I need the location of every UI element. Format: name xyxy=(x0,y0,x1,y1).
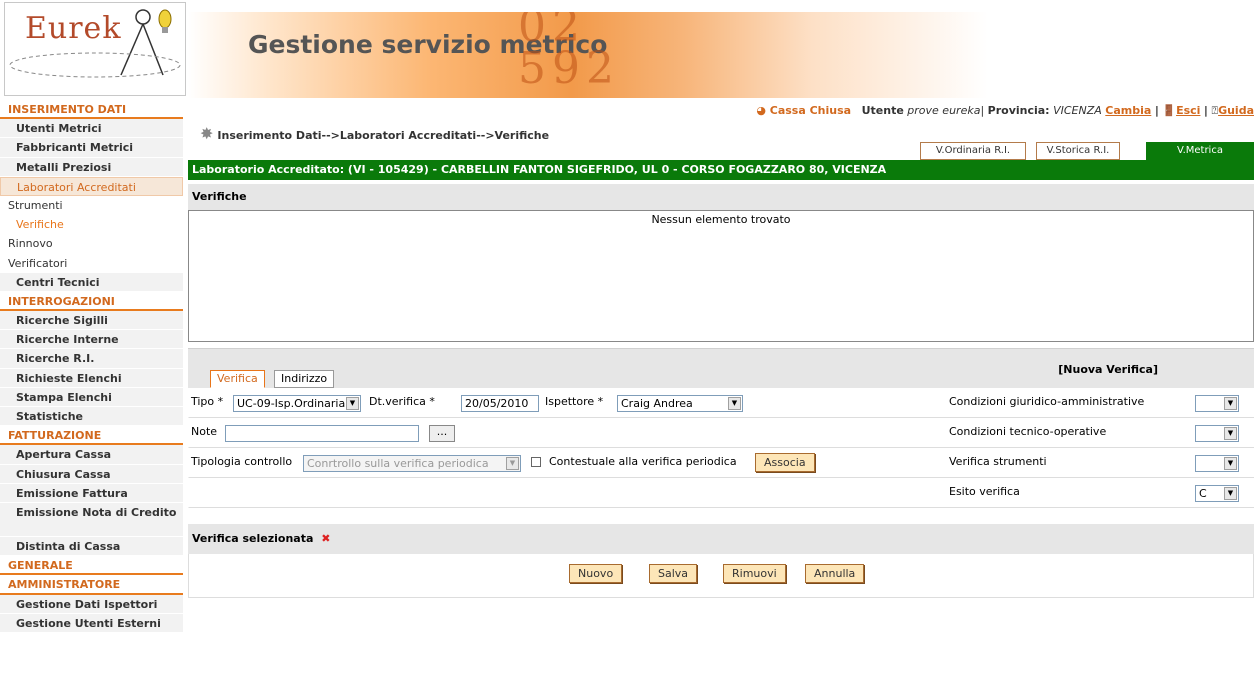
note-input[interactable] xyxy=(225,425,419,442)
nuovo-button[interactable]: Nuovo xyxy=(569,564,623,583)
chevron-down-icon: ▼ xyxy=(728,397,741,410)
note-label: Note xyxy=(191,425,218,438)
associa-button[interactable]: Associa xyxy=(755,453,815,472)
sidebar-item-fabbricanti-metrici[interactable]: Fabbricanti Metrici xyxy=(0,138,183,158)
contestuale-label: Contestuale alla verifica periodica xyxy=(549,455,737,468)
contestuale-checkbox[interactable] xyxy=(531,457,541,467)
form-tabs-bar: Verifica Indirizzo [Nuova Verifica] xyxy=(188,348,1254,388)
verifica-selezionata-header: Verifica selezionata ✖ xyxy=(188,524,1254,554)
esito-label: Esito verifica xyxy=(949,485,1020,498)
cond-tec-label: Condizioni tecnico-operative xyxy=(949,425,1107,438)
dt-verifica-input[interactable]: 20/05/2010 xyxy=(461,395,539,412)
verifiche-section-header: Verifiche xyxy=(188,184,1254,210)
tipologia-label: Tipologia controllo xyxy=(191,455,293,468)
note-browse-button[interactable]: ... xyxy=(429,425,455,442)
cond-tec-select[interactable]: ▼ xyxy=(1195,425,1239,442)
sidebar-item-ricerche-r-i[interactable]: Ricerche R.I. xyxy=(0,349,183,369)
form-row-tipologia: Tipologia controllo Conrtrollo sulla ver… xyxy=(188,448,1254,478)
cash-status: ◕ Cassa Chiusa xyxy=(756,104,852,117)
rimuovi-button[interactable]: Rimuovi xyxy=(723,564,786,583)
salva-button[interactable]: Salva xyxy=(649,564,698,583)
nuova-verifica-label: [Nuova Verifica] xyxy=(1058,363,1158,376)
cond-giur-select[interactable]: ▼ xyxy=(1195,395,1239,412)
tipologia-select[interactable]: Conrtrollo sulla verifica periodica ▼ xyxy=(303,455,521,472)
sidebar-item-rinnovo[interactable]: Rinnovo xyxy=(0,234,183,254)
compass-lightbulb-icon xyxy=(9,9,181,78)
sidebar-item-chiusura-cassa[interactable]: Chiusura Cassa xyxy=(0,464,183,484)
tab-v-metrica[interactable]: V.Metrica xyxy=(1146,142,1254,160)
star-icon: ✸ xyxy=(200,124,214,143)
sidebar-item-richieste-elenchi[interactable]: Richieste Elenchi xyxy=(0,368,183,388)
form-row-esito: Esito verifica C ▼ xyxy=(188,478,1254,508)
lab-header-bar: Laboratorio Accreditato: (VI - 105429) -… xyxy=(188,160,1254,180)
ver-strum-select[interactable]: ▼ xyxy=(1195,455,1239,472)
sidebar-item-strumenti[interactable]: Strumenti xyxy=(0,195,183,216)
verifiche-list: Nessun elemento trovato xyxy=(188,210,1254,342)
ver-strum-label: Verifica strumenti xyxy=(949,455,1047,468)
tipo-select[interactable]: UC-09-Isp.Ordinaria ▼ xyxy=(233,395,361,412)
user-label: Utente xyxy=(861,104,904,117)
province-label: Provincia: xyxy=(987,104,1050,117)
sidebar-item-emissione-nota-di-credito[interactable]: Emissione Nota di Credito xyxy=(0,502,183,537)
user-bar: ◕ Cassa Chiusa Utente prove eureka| Prov… xyxy=(756,104,1254,117)
ispettore-select[interactable]: Craig Andrea ▼ xyxy=(617,395,743,412)
banner-digits: 0 2 5 9 2 xyxy=(518,12,614,94)
sidebar-item-verificatori[interactable]: Verificatori xyxy=(0,253,183,273)
chevron-down-icon: ▼ xyxy=(1224,427,1237,440)
sidebar-item-distinta-di-cassa[interactable]: Distinta di Cassa xyxy=(0,536,183,557)
tab-indirizzo[interactable]: Indirizzo xyxy=(274,370,335,388)
tab-v-ordinaria[interactable]: V.Ordinaria R.I. xyxy=(920,142,1026,160)
esito-select[interactable]: C ▼ xyxy=(1195,485,1239,502)
form-row-note: Note ... Condizioni tecnico-operative ▼ xyxy=(188,418,1254,448)
sidebar-section-inserimento-dati: INSERIMENTO DATI xyxy=(0,100,183,120)
sidebar-item-utenti-metrici[interactable]: Utenti Metrici xyxy=(0,119,183,139)
sidebar-item-verifiche[interactable]: Verifiche xyxy=(0,215,183,235)
cambia-link[interactable]: Cambia xyxy=(1105,104,1151,117)
sidebar-item-ricerche-interne[interactable]: Ricerche Interne xyxy=(0,330,183,350)
dt-verifica-label: Dt.verifica * xyxy=(369,395,435,408)
tab-verifica[interactable]: Verifica xyxy=(210,370,265,388)
tab-v-storica[interactable]: V.Storica R.I. xyxy=(1036,142,1120,160)
eureka-logo: Eurek xyxy=(4,2,186,96)
breadcrumb-text: Inserimento Dati-->Laboratori Accreditat… xyxy=(217,129,550,142)
action-buttons: Nuovo Salva Rimuovi Annulla xyxy=(188,554,1254,598)
tipo-label: Tipo * xyxy=(191,395,224,408)
sidebar-item-apertura-cassa[interactable]: Apertura Cassa xyxy=(0,445,183,465)
cond-giur-label: Condizioni giuridico-amministrative xyxy=(949,395,1145,408)
breadcrumb: ✸ Inserimento Dati-->Laboratori Accredita… xyxy=(200,124,549,143)
annulla-button[interactable]: Annulla xyxy=(805,564,865,583)
ispettore-label: Ispettore * xyxy=(545,395,604,408)
header-banner: Gestione servizio metrico 0 2 5 9 2 xyxy=(188,12,988,98)
sidebar-section-interrogazioni: INTERROGAZIONI xyxy=(0,291,183,312)
chevron-down-icon: ▼ xyxy=(1224,457,1237,470)
sidebar-section-amministratore: AMMINISTRATORE xyxy=(0,575,183,595)
delete-icon[interactable]: ✖ xyxy=(321,524,330,554)
sidebar-item-emissione-fattura[interactable]: Emissione Fattura xyxy=(0,483,183,503)
esci-link[interactable]: Esci xyxy=(1176,104,1200,117)
cash-icon: ◕ xyxy=(756,104,766,117)
sidebar-section-generale: GENERALE xyxy=(0,556,183,576)
chevron-down-icon: ▼ xyxy=(506,457,519,470)
exit-icon: 🚪 xyxy=(1162,104,1177,117)
sidebar-item-statistiche[interactable]: Statistiche xyxy=(0,407,183,427)
sidebar-item-gestione-dati-ispettori[interactable]: Gestione Dati Ispettori xyxy=(0,594,183,614)
sidebar-item-gestione-utenti-esterni[interactable]: Gestione Utenti Esterni xyxy=(0,613,183,633)
sidebar-item-laboratori-accreditati[interactable]: Laboratori Accreditati xyxy=(0,176,183,196)
chevron-down-icon: ▼ xyxy=(1224,397,1237,410)
sidebar-item-metalli-preziosi[interactable]: Metalli Preziosi xyxy=(0,157,183,177)
chevron-down-icon: ▼ xyxy=(346,397,359,410)
sidebar-item-centri-tecnici[interactable]: Centri Tecnici xyxy=(0,272,183,292)
chevron-down-icon: ▼ xyxy=(1224,487,1237,500)
app-header: Eurek Gestione servizio metrico 0 2 5 9 … xyxy=(0,0,1256,98)
user-value: prove eureka xyxy=(907,104,981,117)
sidebar-menu: INSERIMENTO DATI Utenti Metrici Fabbricant… xyxy=(0,100,183,633)
sidebar-item-ricerche-sigilli[interactable]: Ricerche Sigilli xyxy=(0,311,183,331)
empty-message: Nessun elemento trovato xyxy=(651,213,791,226)
guida-link[interactable]: Guida xyxy=(1218,104,1254,117)
province-value: VICENZA xyxy=(1053,104,1102,117)
sidebar-item-stampa-elenchi[interactable]: Stampa Elenchi xyxy=(0,387,183,407)
form-row-tipo: Tipo * UC-09-Isp.Ordinaria ▼ Dt.verifica … xyxy=(188,388,1254,418)
main-panel: Laboratorio Accreditato: (VI - 105429) -… xyxy=(188,160,1254,598)
sidebar-section-fatturazione: FATTURAZIONE xyxy=(0,426,183,446)
